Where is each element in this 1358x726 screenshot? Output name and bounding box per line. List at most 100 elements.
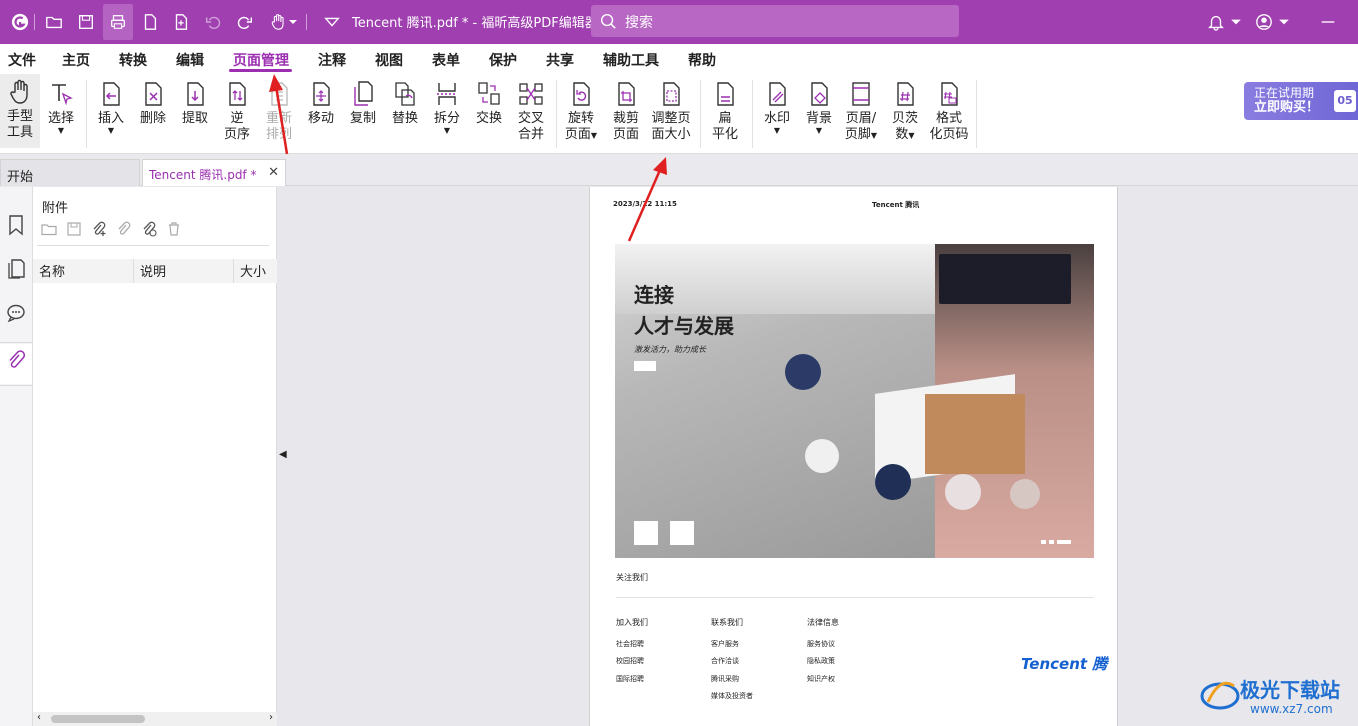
menu-help[interactable]: 帮助 xyxy=(688,50,716,70)
menu-convert[interactable]: 转换 xyxy=(119,50,147,70)
tab-home[interactable]: 开始 xyxy=(0,159,140,186)
copy-page-button[interactable]: 复制 xyxy=(340,76,386,127)
split-document-button[interactable]: 拆分 ▼ xyxy=(424,76,470,135)
chevron-down-icon: ▼ xyxy=(107,126,115,135)
flatten-label-1: 扁 xyxy=(718,111,732,126)
watermark-title: 极光下载站 xyxy=(1240,678,1340,702)
rotate-label-1: 旋转 xyxy=(567,111,594,126)
header-footer-button[interactable]: 页眉/ 页脚▼ xyxy=(838,76,884,144)
add-attachment-icon[interactable] xyxy=(91,221,107,237)
save-attachment-icon[interactable] xyxy=(66,221,82,237)
move-page-button[interactable]: 移动 xyxy=(298,76,344,127)
menu-view[interactable]: 视图 xyxy=(375,50,403,70)
search-box[interactable]: 搜索 xyxy=(591,5,959,37)
replace-page-icon xyxy=(395,82,415,106)
cross-merge-icon xyxy=(519,83,543,105)
bates-number-button[interactable]: 贝茨 数▼ xyxy=(882,76,928,144)
tab-document[interactable]: Tencent 腾讯.pdf * ✕ xyxy=(142,159,286,186)
hero-button xyxy=(634,361,656,371)
background-button[interactable]: 背景 ▼ xyxy=(796,76,842,135)
bookmark-icon[interactable] xyxy=(5,213,27,237)
select-tool-button[interactable]: 选择 ▼ xyxy=(38,76,84,135)
chevron-down-icon: ▼ xyxy=(443,126,451,135)
footer-column-legal: 法律信息 服务协议 隐私政策 知识产权 xyxy=(807,614,839,688)
scrollbar-thumb[interactable] xyxy=(51,715,145,723)
menu-comment[interactable]: 注释 xyxy=(318,50,346,70)
extract-page-button[interactable]: 提取 xyxy=(172,76,218,127)
add-page-icon[interactable] xyxy=(171,12,191,32)
reverse-order-button[interactable]: 逆 页序 xyxy=(214,76,260,143)
format-page-number-button[interactable]: 格式 化页码 xyxy=(926,76,972,143)
reorder-pages-icon xyxy=(271,82,288,106)
hero-title-line2: 人才与发展 xyxy=(634,314,734,338)
menu-file[interactable]: 文件 xyxy=(8,50,36,70)
column-header-description[interactable]: 说明 xyxy=(134,259,234,283)
menu-tools[interactable]: 辅助工具 xyxy=(603,50,659,70)
menu-form[interactable]: 表单 xyxy=(432,50,460,70)
crop-label-2: 页面 xyxy=(612,127,639,142)
resize-page-icon xyxy=(663,82,680,106)
menu-protect[interactable]: 保护 xyxy=(489,50,517,70)
search-input[interactable]: 搜索 xyxy=(625,12,653,32)
attach-file-icon[interactable] xyxy=(141,221,157,237)
flatten-button[interactable]: 扁 平化 xyxy=(702,76,748,143)
trial-buy-banner[interactable]: 正在试用期 立即购买！ 05 xyxy=(1244,82,1358,120)
quick-access-dropdown-icon[interactable] xyxy=(322,12,342,32)
watermark-button[interactable]: 水印 ▼ xyxy=(754,76,800,135)
open-folder-icon[interactable] xyxy=(44,12,64,32)
cross-merge-button[interactable]: 交叉 合并 xyxy=(508,76,554,143)
reorder-pages-button[interactable]: 重新 排列 xyxy=(256,76,302,143)
minimize-icon[interactable] xyxy=(1318,12,1338,32)
scroll-left-icon[interactable]: ‹ xyxy=(37,712,41,723)
background-icon xyxy=(811,82,828,106)
scroll-right-icon[interactable]: › xyxy=(269,712,273,723)
column-header-size[interactable]: 大小 xyxy=(234,259,277,283)
chevron-down-icon[interactable] xyxy=(1278,12,1290,32)
background-label: 背景 xyxy=(805,111,832,126)
menu-home[interactable]: 主页 xyxy=(62,50,90,70)
page-header-date: 2023/3/22 11:15 xyxy=(613,200,677,208)
collapse-arrow-icon[interactable]: ◀ xyxy=(279,449,287,460)
delete-attachment-icon[interactable] xyxy=(166,221,182,237)
bell-icon[interactable] xyxy=(1206,12,1226,32)
menu-share[interactable]: 共享 xyxy=(546,50,574,70)
pdf-page[interactable]: 2023/3/22 11:15 Tencent 腾讯 连接 人才与发展 激发活力… xyxy=(589,187,1118,726)
insert-page-button[interactable]: 插入 ▼ xyxy=(88,76,134,135)
save-icon[interactable] xyxy=(76,12,96,32)
comment-icon[interactable] xyxy=(5,301,27,325)
horizontal-scrollbar[interactable]: ‹ › xyxy=(33,712,277,726)
new-doc-icon[interactable] xyxy=(140,12,160,32)
select-tool-label: 选择 xyxy=(47,111,74,126)
crop-page-button[interactable]: 裁剪 页面 xyxy=(603,76,649,143)
hand-tool-button[interactable]: 手型 工具 xyxy=(0,74,40,148)
app-logo-icon[interactable] xyxy=(10,12,30,32)
select-text-icon xyxy=(52,84,73,106)
hand-tool-icon[interactable] xyxy=(268,12,288,32)
replace-page-button[interactable]: 替换 xyxy=(382,76,428,127)
undo-icon[interactable] xyxy=(203,12,223,32)
delete-page-button[interactable]: 删除 xyxy=(130,76,176,127)
search-icon xyxy=(600,13,616,29)
swap-pages-button[interactable]: 交换 xyxy=(466,76,512,127)
menu-page-management[interactable]: 页面管理 xyxy=(233,50,289,70)
open-attachment-icon[interactable] xyxy=(41,221,57,237)
buy-now-text: 立即购买！ xyxy=(1254,100,1320,115)
panel-collapse-handle[interactable]: ◀ xyxy=(277,187,291,726)
print-icon[interactable] xyxy=(103,4,133,40)
chevron-down-icon[interactable] xyxy=(288,12,298,32)
chevron-down-icon: ▼ xyxy=(57,126,65,135)
rotate-page-button[interactable]: 旋转 页面▼ xyxy=(558,76,604,144)
chevron-down-icon[interactable] xyxy=(1230,12,1242,32)
user-avatar-icon[interactable] xyxy=(1254,12,1274,32)
attachment-icon[interactable] xyxy=(5,349,27,373)
extract-page-icon xyxy=(187,82,204,106)
menu-edit[interactable]: 编辑 xyxy=(176,50,204,70)
footer-column-join: 加入我们 社会招聘 校园招聘 国际招聘 xyxy=(616,614,648,688)
insert-page-icon xyxy=(103,82,120,106)
redo-icon[interactable] xyxy=(235,12,255,32)
edit-attachment-icon[interactable] xyxy=(116,221,132,237)
pages-thumbnail-icon[interactable] xyxy=(5,257,27,281)
resize-page-button[interactable]: 调整页 面大小 xyxy=(647,76,695,143)
close-icon[interactable]: ✕ xyxy=(268,165,279,180)
column-header-name[interactable]: 名称 xyxy=(33,259,134,283)
